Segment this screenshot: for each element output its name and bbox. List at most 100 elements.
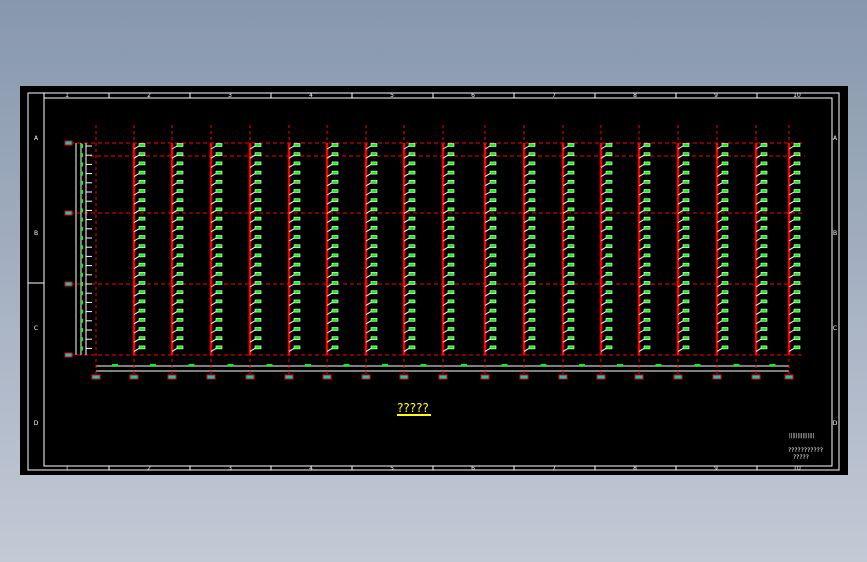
sprinkler-icon [489, 143, 497, 147]
sprinkler-icon [370, 143, 378, 147]
sprinkler-icon [605, 207, 613, 212]
frame-column-label: 6 [471, 465, 475, 472]
sprinkler-icon [567, 308, 575, 313]
sprinkler-icon [254, 161, 262, 166]
valve [81, 171, 83, 176]
sprinkler-icon [643, 216, 651, 221]
dimension-mark [461, 364, 467, 366]
valve [81, 263, 83, 268]
sprinkler-icon [643, 189, 651, 193]
sprinkler-icon [447, 327, 455, 331]
sprinkler-icon [489, 308, 497, 313]
sprinkler-icon [528, 281, 536, 285]
frame-column-label: 9 [714, 465, 718, 472]
axis-bubble [64, 210, 73, 216]
sprinkler-icon [215, 189, 223, 193]
sprinkler-icon [721, 336, 729, 341]
sprinkler-icon [447, 299, 455, 304]
sprinkler-icon [567, 336, 575, 341]
sprinkler-icon [682, 189, 690, 193]
sprinkler-icon [682, 244, 690, 248]
sprinkler-icon [528, 198, 536, 202]
frame-row-label: D [833, 420, 838, 427]
sprinkler-icon [408, 262, 416, 267]
frame-column-label: 3 [228, 465, 232, 472]
sprinkler-icon [138, 308, 146, 313]
sprinkler-icon [605, 235, 613, 239]
sprinkler-icon [447, 143, 455, 147]
sprinkler-icon [138, 180, 146, 184]
sprinkler-icon [567, 226, 575, 230]
sprinkler-icon [721, 226, 729, 230]
sprinkler-icon [331, 180, 339, 184]
axis-bubble [129, 374, 139, 380]
sprinkler-icon [370, 299, 378, 304]
sprinkler-icon [447, 308, 455, 313]
sprinkler-icon [721, 152, 729, 156]
sprinkler-icon [793, 308, 801, 313]
sprinkler-icon [447, 281, 455, 285]
axis-bubble [64, 352, 73, 358]
sprinkler-icon [567, 299, 575, 304]
sprinkler-icon [489, 281, 497, 285]
sprinkler-icon [447, 336, 455, 341]
sprinkler-icon [567, 244, 575, 248]
sprinkler-icon [682, 235, 690, 239]
sprinkler-icon [331, 216, 339, 221]
sprinkler-icon [408, 336, 416, 341]
axis-bubble [361, 374, 371, 380]
sprinkler-icon [793, 281, 801, 285]
frame-row-label: A [833, 135, 838, 142]
sprinkler-icon [408, 345, 416, 350]
sprinkler-icon [254, 189, 262, 193]
sprinkler-icon [138, 235, 146, 239]
drawing-title: ????? [397, 401, 429, 415]
sprinkler-icon [605, 216, 613, 221]
sprinkler-icon [721, 327, 729, 331]
sprinkler-icon [370, 336, 378, 341]
structural-grid [64, 125, 805, 380]
sprinkler-icon [370, 198, 378, 202]
sprinkler-icon [176, 271, 184, 276]
sprinkler-icon [643, 317, 651, 322]
sprinkler-icon [138, 271, 146, 276]
sprinkler-icon [331, 317, 339, 322]
sprinkler-icon [215, 235, 223, 239]
sprinkler-icon [489, 189, 497, 193]
sprinkler-icon [682, 170, 690, 175]
sprinkler-icon [447, 180, 455, 184]
dimension-mark [617, 364, 623, 366]
sprinkler-icon [793, 152, 801, 156]
sprinkler-icon [408, 271, 416, 276]
axis-bubble [634, 374, 644, 380]
sprinkler-icon [447, 198, 455, 202]
sprinkler-icon [489, 170, 497, 175]
sprinkler-icon [293, 170, 301, 175]
dimension-mark [227, 364, 234, 366]
cad-drawing-canvas[interactable]: 1 1 2 2 3 3 4 4 5 5 6 6 7 7 8 8 9 9 10 10 A A B B C C D D ????? |||… [20, 86, 848, 475]
sprinkler-icon [408, 299, 416, 304]
sprinkler-icon [447, 271, 455, 276]
valve [81, 144, 83, 148]
sprinkler-icon [293, 143, 301, 147]
sprinkler-icon [682, 198, 690, 202]
sprinkler-icon [370, 170, 378, 175]
sprinkler-icon [567, 235, 575, 239]
sprinkler-icon [176, 207, 184, 212]
sprinkler-icon [682, 281, 690, 285]
sprinkler-icon [605, 189, 613, 193]
sprinkler-icon [643, 152, 651, 156]
sprinkler-icon [643, 235, 651, 239]
drawing-number: ||||||||||||||| [789, 433, 815, 439]
sprinkler-icon [176, 198, 184, 202]
sprinkler-icon [643, 336, 651, 341]
sprinkler-icon [447, 262, 455, 267]
sprinkler-icon [176, 308, 184, 313]
axis-bubble [322, 374, 332, 380]
sprinkler-icon [408, 290, 416, 295]
sprinkler-icon [682, 271, 690, 276]
sprinkler-icon [215, 244, 223, 248]
sprinkler-icon [254, 198, 262, 202]
sprinkler-icon [293, 336, 301, 341]
sprinkler-icon [682, 180, 690, 184]
